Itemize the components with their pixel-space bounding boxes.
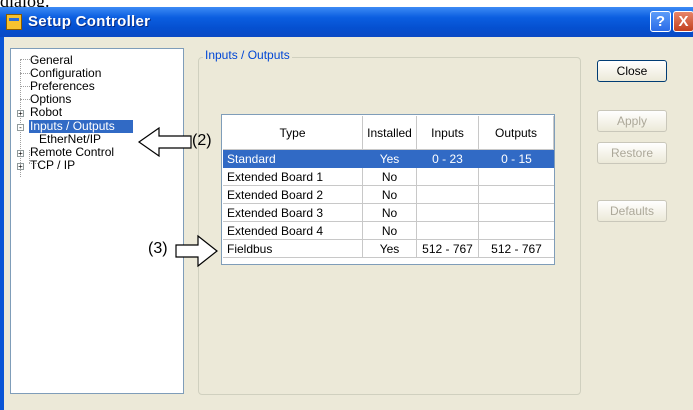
callout-3-label: (3): [148, 240, 168, 257]
right-arrow-icon: [175, 234, 218, 268]
callout-2-label: (2): [192, 132, 212, 149]
left-arrow-icon: [137, 126, 192, 158]
annotation-overlay: [137, 126, 218, 268]
